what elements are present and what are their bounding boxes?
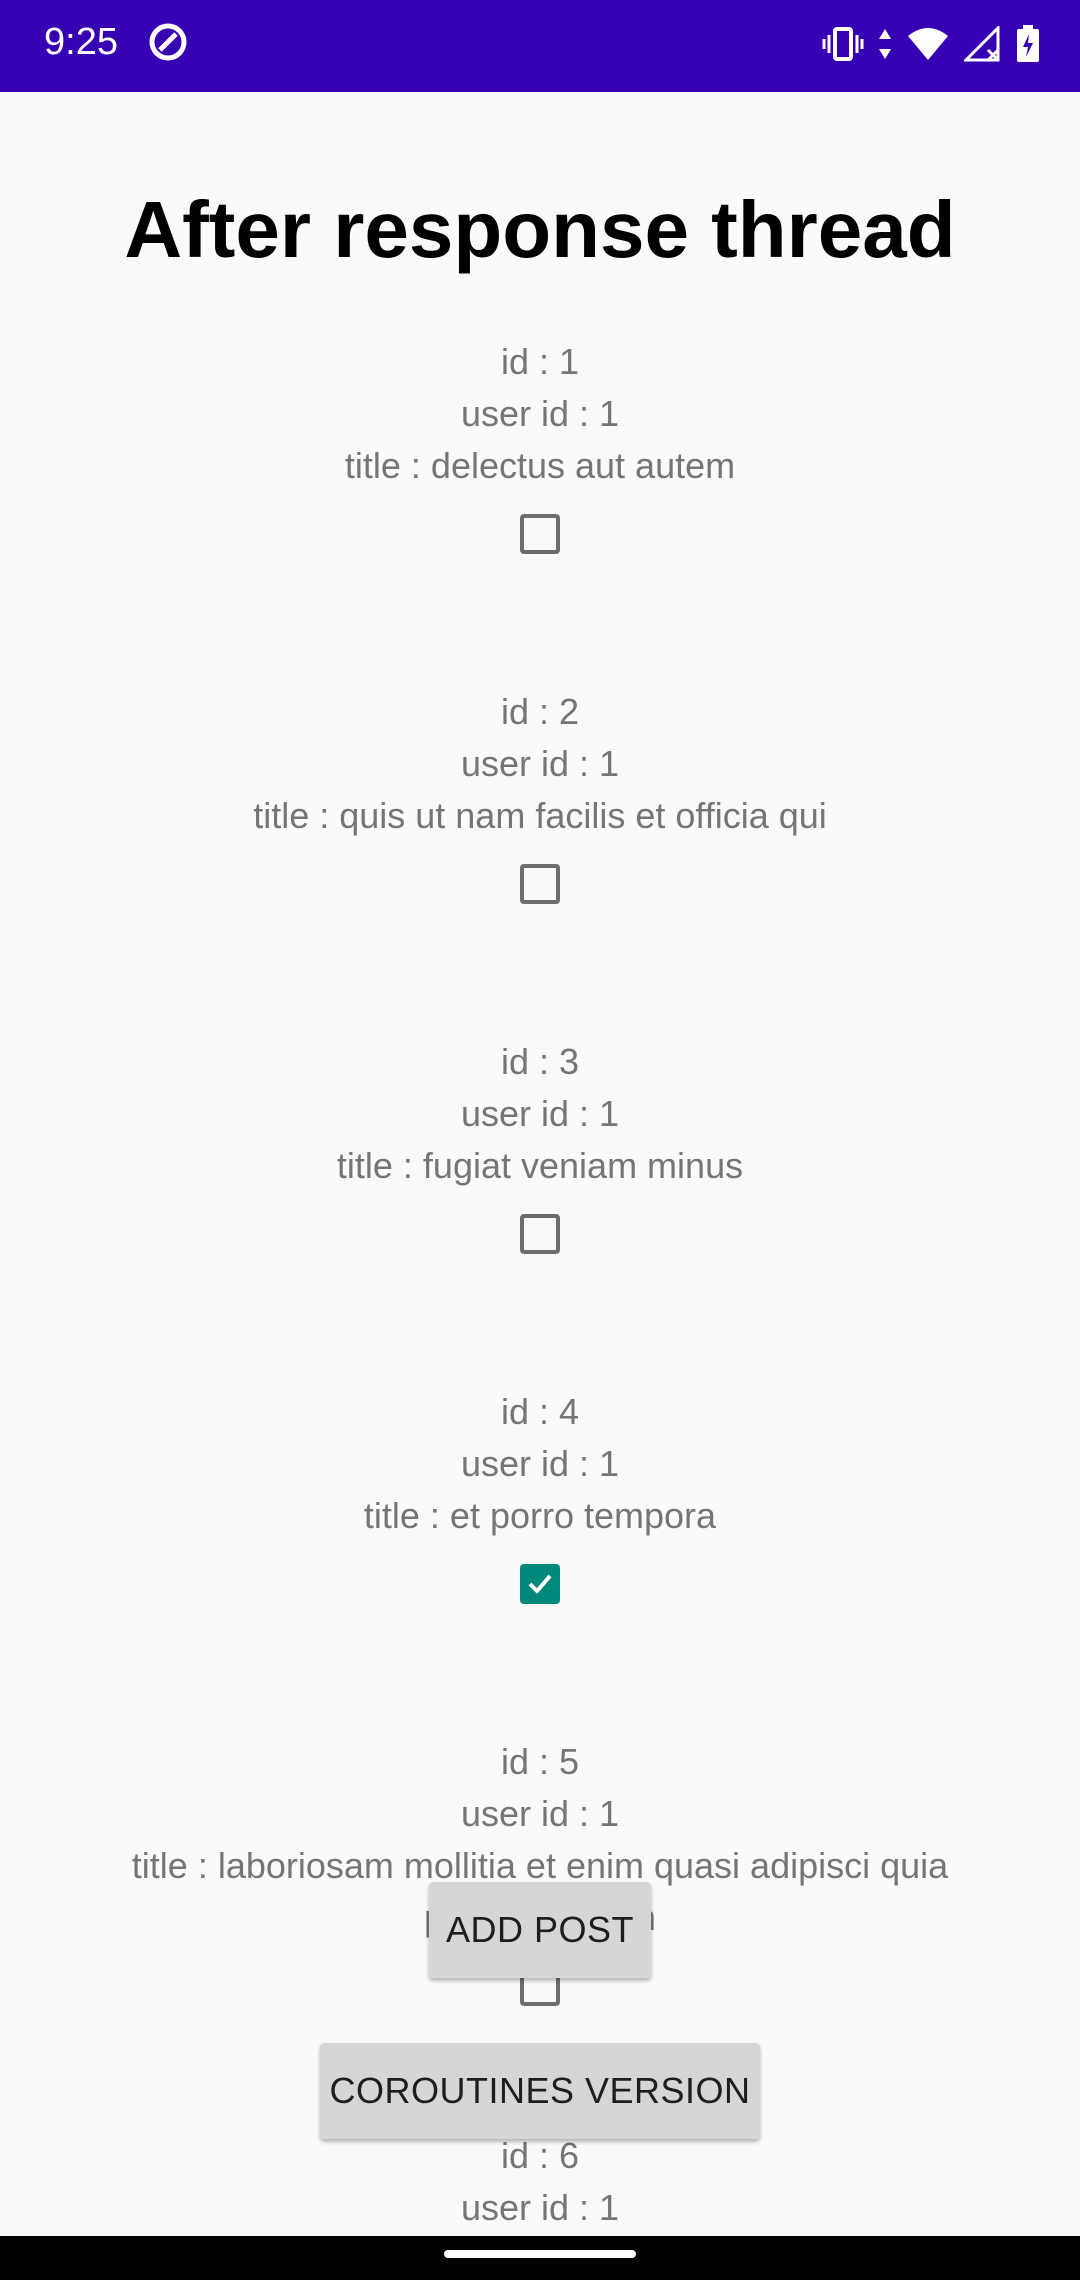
post-user-id: user id : 1 [460, 743, 620, 784]
app-circle-icon [149, 23, 187, 61]
list-item: id : 3 user id : 1 title : fugiat veniam… [0, 1036, 1080, 1254]
home-handle[interactable] [444, 2250, 636, 2258]
completed-checkbox[interactable] [520, 1214, 560, 1254]
post-user-id: user id : 1 [460, 1093, 620, 1134]
post-title: title : fugiat veniam minus [336, 1145, 744, 1186]
status-time: 9:25 [44, 21, 118, 63]
post-id: id : 1 [500, 341, 580, 382]
post-id: id : 5 [500, 1741, 580, 1782]
battery-charging-icon [1017, 25, 1039, 62]
post-title: title : quis ut nam facilis et officia q… [253, 795, 827, 836]
post-id: id : 4 [500, 1391, 580, 1432]
status-bar: 9:25 [0, 0, 1080, 92]
list-item: id : 4 user id : 1 title : et porro temp… [0, 1386, 1080, 1604]
post-user-id: user id : 1 [460, 2187, 620, 2228]
list-item: id : 6 user id : 1 [0, 2130, 1080, 2234]
navigation-bar [0, 2236, 1080, 2280]
completed-checkbox[interactable] [520, 864, 560, 904]
add-post-button[interactable]: ADD POST [429, 1882, 651, 1978]
list-item: id : 2 user id : 1 title : quis ut nam f… [0, 686, 1080, 904]
post-user-id: user id : 1 [460, 1443, 620, 1484]
post-user-id: user id : 1 [460, 393, 620, 434]
wifi-icon [908, 28, 948, 60]
data-arrows-icon [879, 29, 891, 59]
signal-icon [964, 26, 1000, 62]
vibrate-icon [822, 27, 864, 61]
check-icon [528, 1574, 552, 1594]
coroutines-version-button[interactable]: COROUTINES VERSION [320, 2043, 760, 2139]
post-id: id : 3 [500, 1041, 580, 1082]
completed-checkbox-checked[interactable] [520, 1564, 560, 1604]
post-title: title : delectus aut autem [344, 445, 736, 486]
post-user-id: user id : 1 [460, 1793, 620, 1834]
list-item: id : 1 user id : 1 title : delectus aut … [0, 336, 1080, 554]
completed-checkbox[interactable] [520, 514, 560, 554]
post-title: title : et porro tempora [363, 1495, 717, 1536]
post-id: id : 2 [500, 691, 580, 732]
page-title: After response thread [124, 185, 956, 274]
